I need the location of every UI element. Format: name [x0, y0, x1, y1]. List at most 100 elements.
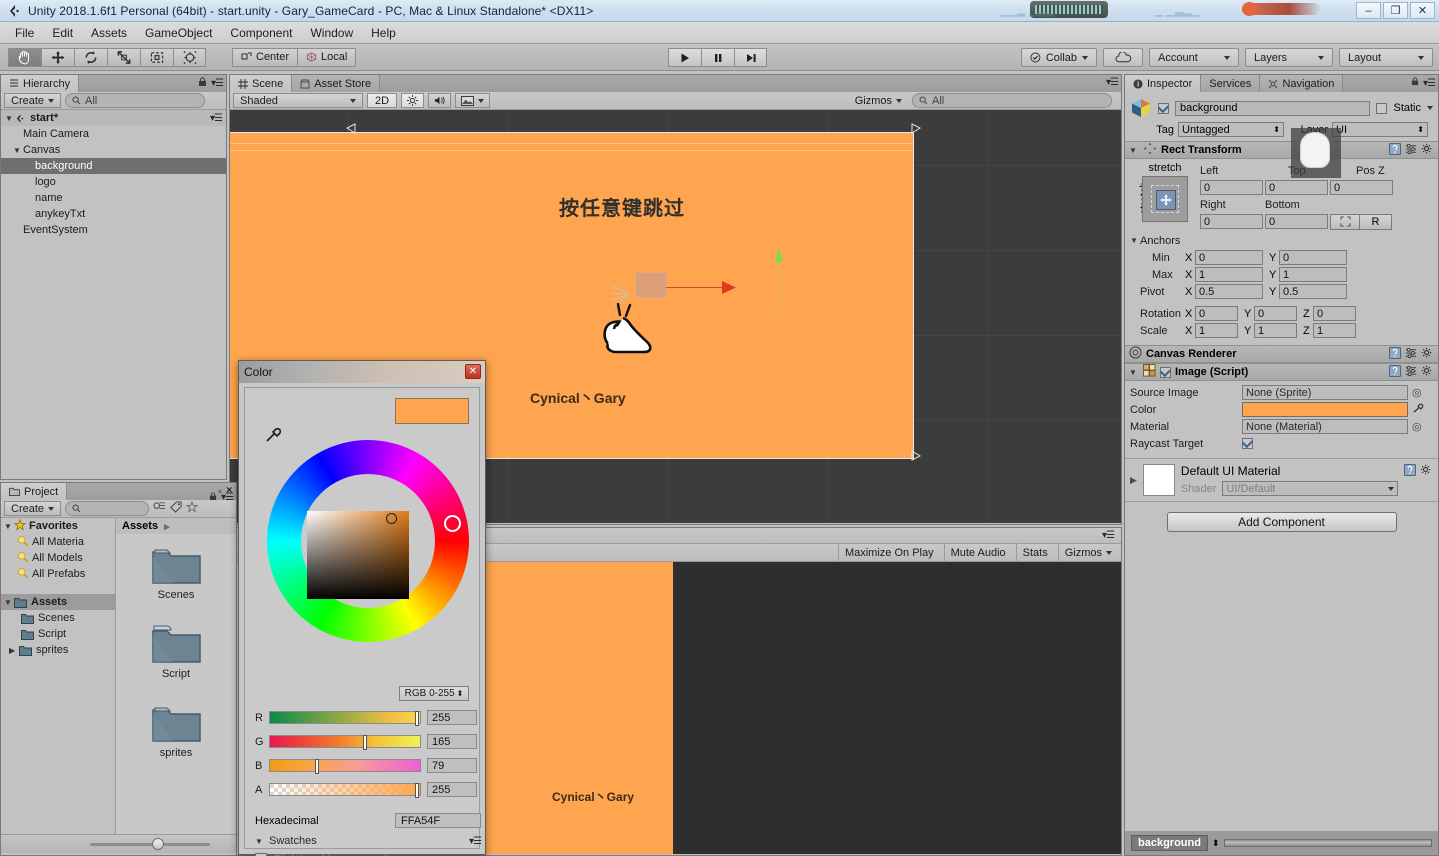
project-grid-item-sprites[interactable]: sprites: [116, 700, 236, 759]
gear-icon[interactable]: [1421, 365, 1434, 380]
swatches-menu-icon[interactable]: ▾☰: [469, 836, 482, 847]
material-expand-arrow-icon[interactable]: ▶: [1130, 475, 1137, 486]
scene-2d-toggle[interactable]: 2D: [367, 93, 398, 108]
channel-b-slider[interactable]: [269, 759, 421, 774]
scene-shading-dropdown[interactable]: Shaded: [233, 93, 363, 108]
left-field[interactable]: 0: [1200, 180, 1263, 195]
shader-dropdown[interactable]: UI/Default: [1222, 481, 1398, 496]
close-button[interactable]: ✕: [1410, 2, 1435, 19]
canvas-expand-arrow-icon[interactable]: ▼: [13, 146, 23, 155]
image-script-expand-arrow-icon[interactable]: ▼: [1129, 368, 1139, 377]
layer-dropdown[interactable]: UI ⬍: [1332, 122, 1428, 137]
restore-button[interactable]: ❐: [1383, 2, 1408, 19]
canvas-renderer-header[interactable]: Canvas Renderer: [1125, 345, 1438, 363]
pause-button[interactable]: [701, 48, 734, 67]
menu-item-edit[interactable]: Edit: [43, 24, 82, 42]
swatches-header[interactable]: ▼ Swatches ▾☰: [255, 835, 482, 847]
sprites-expand-arrow-icon[interactable]: ▶: [9, 646, 19, 655]
raycast-target-checkbox[interactable]: [1242, 438, 1253, 449]
game-gizmos-dropdown[interactable]: Gizmos: [1057, 543, 1118, 562]
object-enabled-checkbox[interactable]: [1158, 102, 1169, 114]
scene-effects-toggle[interactable]: [455, 93, 491, 108]
scene-gizmos-dropdown[interactable]: Gizmos: [849, 93, 908, 108]
project-tree-all-materials[interactable]: All Materia: [1, 534, 115, 550]
scene-search-input[interactable]: All: [912, 93, 1112, 108]
scene-expand-arrow-icon[interactable]: ▼: [5, 114, 15, 123]
scene-row-menu-icon[interactable]: ▾☰: [210, 113, 223, 124]
anchors-expand-arrow-icon[interactable]: ▼: [1130, 236, 1140, 245]
tab-hierarchy[interactable]: Hierarchy: [1, 75, 80, 92]
gear-icon[interactable]: [1421, 347, 1434, 362]
static-caret-icon[interactable]: [1427, 106, 1433, 110]
assets-expand-arrow-icon[interactable]: ▼: [4, 598, 14, 607]
raw-edit-mode-button[interactable]: R: [1360, 213, 1392, 230]
hierarchy-item-eventsystem[interactable]: EventSystem: [1, 222, 226, 238]
hierarchy-search-input[interactable]: All: [65, 93, 206, 108]
channel-a-slider[interactable]: [269, 783, 421, 798]
help-icon[interactable]: [1389, 364, 1401, 380]
pivot-y-field[interactable]: 0.5: [1279, 284, 1347, 299]
color-picker-close-button[interactable]: ✕: [465, 364, 481, 379]
color-mode-dropdown[interactable]: RGB 0-255 ⬍: [399, 686, 469, 701]
project-grid-item-scenes[interactable]: Scenes: [116, 542, 236, 601]
project-tree-script[interactable]: Script: [1, 626, 115, 642]
saturation-value-marker[interactable]: [386, 513, 397, 524]
hierarchy-item-background[interactable]: background: [1, 158, 226, 174]
hierarchy-item-name[interactable]: name: [1, 190, 226, 206]
rotation-x-field[interactable]: 0: [1195, 306, 1238, 321]
favorites-expand-arrow-icon[interactable]: ▼: [4, 522, 14, 531]
project-tree-all-prefabs[interactable]: All Prefabs: [1, 566, 115, 582]
project-favorite-star-icon[interactable]: [185, 500, 199, 516]
hierarchy-menu-icon[interactable]: ▾☰: [211, 78, 224, 89]
project-filter-type-icon[interactable]: [153, 501, 166, 516]
layers-button[interactable]: Layers: [1245, 48, 1333, 67]
menu-item-assets[interactable]: Assets: [82, 24, 136, 42]
preset-icon[interactable]: [1405, 143, 1417, 158]
scale-y-field[interactable]: 1: [1254, 323, 1297, 338]
hexadecimal-field[interactable]: FFA54F: [395, 813, 481, 828]
pivot-mode-button[interactable]: Center: [232, 47, 298, 67]
menu-item-window[interactable]: Window: [301, 24, 362, 42]
lock-icon[interactable]: [209, 492, 217, 504]
hierarchy-scene-row[interactable]: ▼ start* ▾☰: [1, 110, 226, 126]
game-maximize-toggle[interactable]: Maximize On Play: [837, 543, 940, 562]
step-button[interactable]: [734, 48, 767, 67]
inspector-menu-icon[interactable]: ▾☰: [1423, 78, 1436, 89]
preset-icon[interactable]: [1405, 347, 1417, 362]
source-image-picker-icon[interactable]: ◎: [1412, 386, 1422, 399]
posz-field[interactable]: 0: [1330, 180, 1393, 195]
project-search-input[interactable]: [65, 501, 150, 516]
game-stats-toggle[interactable]: Stats: [1015, 543, 1054, 562]
project-breadcrumb[interactable]: Assets ▸: [116, 518, 236, 534]
material-field[interactable]: None (Material): [1242, 419, 1408, 434]
layout-button[interactable]: Layout: [1339, 48, 1433, 67]
collab-button[interactable]: Collab: [1021, 48, 1097, 67]
tab-services[interactable]: Services: [1201, 75, 1261, 92]
space-mode-button[interactable]: Local: [297, 47, 357, 67]
scale-x-field[interactable]: 1: [1195, 323, 1238, 338]
source-image-field[interactable]: None (Sprite): [1242, 385, 1408, 400]
help-icon[interactable]: [1389, 142, 1401, 158]
rect-transform-header[interactable]: ▼ Rect Transform: [1125, 141, 1438, 159]
hue-marker[interactable]: [444, 515, 461, 532]
project-create-button[interactable]: Create: [4, 501, 62, 516]
minimize-button[interactable]: –: [1356, 2, 1381, 19]
add-component-button[interactable]: Add Component: [1166, 512, 1397, 532]
top-field[interactable]: 0: [1265, 180, 1328, 195]
bottom-field[interactable]: 0: [1265, 214, 1328, 229]
swatches-expand-arrow-icon[interactable]: ▼: [255, 837, 265, 846]
tab-scene[interactable]: Scene: [230, 75, 293, 92]
anchor-max-y-field[interactable]: 1: [1279, 267, 1347, 282]
project-filter-label-icon[interactable]: [170, 501, 182, 516]
channel-r-knob[interactable]: [415, 711, 419, 726]
tab-asset-store[interactable]: Asset Store: [292, 75, 381, 92]
project-tree-all-models[interactable]: All Models: [1, 550, 115, 566]
project-grid-item-script[interactable]: Script: [116, 621, 236, 680]
scene-audio-toggle[interactable]: [428, 93, 452, 108]
image-script-enabled-checkbox[interactable]: [1160, 366, 1171, 378]
project-tree-sprites[interactable]: ▶ sprites: [1, 642, 115, 658]
move-tool-button[interactable]: [41, 47, 74, 67]
right-field[interactable]: 0: [1200, 214, 1263, 229]
channel-g-slider[interactable]: [269, 735, 421, 750]
hierarchy-item-logo[interactable]: logo: [1, 174, 226, 190]
